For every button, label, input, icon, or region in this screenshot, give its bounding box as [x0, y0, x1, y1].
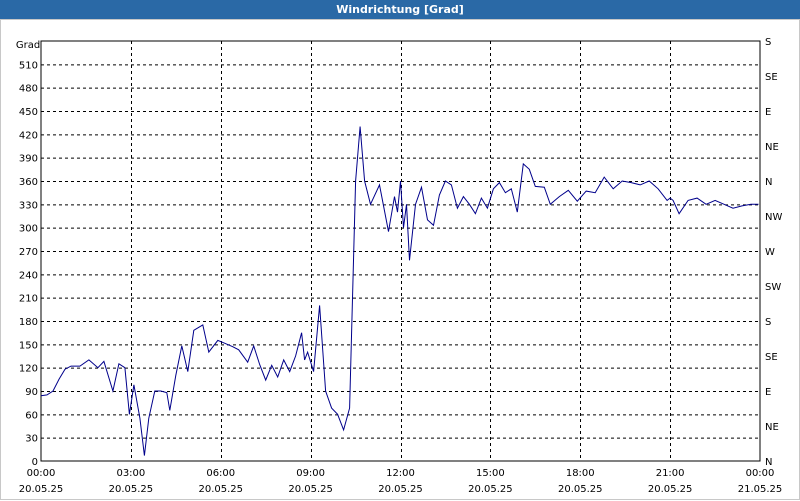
y-tick-label: 420 — [19, 130, 38, 141]
y-tick-label: 270 — [19, 247, 38, 258]
plot-frame — [40, 40, 761, 462]
chart-title-bar: Windrichtung [Grad] — [0, 0, 800, 19]
y-tick-label: 390 — [19, 154, 38, 165]
y-tick-label: 210 — [19, 294, 38, 305]
right-axis-label: W — [765, 247, 775, 258]
right-axis-label: E — [765, 107, 771, 118]
x-tick-time-label: 09:00 — [296, 468, 325, 479]
x-tick-time-label: 00:00 — [27, 468, 56, 479]
x-tick-time-label: 06:00 — [206, 468, 235, 479]
y-tick-label: 330 — [19, 200, 38, 211]
right-axis-label: NE — [765, 422, 779, 433]
y-tick-label: 60 — [25, 410, 38, 421]
right-axis-label: NW — [765, 212, 782, 223]
x-tick-date-label: 20.05.25 — [198, 484, 243, 495]
wind-direction-chart: 0 30 60 90 120 150 180 210 240 270 300 330 360 390 420… — [16, 37, 783, 495]
right-axis-label: NE — [765, 142, 779, 153]
y-tick-label: 150 — [19, 340, 38, 351]
left-axis: 0 30 60 90 120 150 180 210 240 270 300 330 360 390 420… — [19, 60, 38, 468]
x-tick-date-label: 20.05.25 — [378, 484, 423, 495]
y-tick-label: 90 — [25, 387, 38, 398]
right-axis-label: S — [765, 37, 771, 48]
chart-title: Windrichtung [Grad] — [336, 3, 464, 16]
y-tick-label: 300 — [19, 224, 38, 235]
x-tick-date-label: 20.05.25 — [648, 484, 693, 495]
y-tick-label: 480 — [19, 84, 38, 95]
right-axis-label: N — [765, 457, 772, 468]
x-tick-time-label: 00:00 — [746, 468, 775, 479]
y-tick-label: 120 — [19, 364, 38, 375]
right-axis-label: E — [765, 387, 771, 398]
x-tick-date-label: 20.05.25 — [109, 484, 154, 495]
x-tick-time-label: 12:00 — [386, 468, 415, 479]
y-tick-label: 30 — [25, 434, 38, 445]
right-axis-label: SE — [765, 72, 778, 83]
right-axis-label: SW — [765, 282, 781, 293]
y-tick-label: 360 — [19, 177, 38, 188]
right-axis-label: S — [765, 317, 771, 328]
right-axis-label: N — [765, 177, 772, 188]
x-tick-date-label: 20.05.25 — [288, 484, 333, 495]
x-tick-date-label: 20.05.25 — [19, 484, 64, 495]
y-tick-label: 180 — [19, 317, 38, 328]
grid-lines — [41, 41, 760, 461]
x-tick-date-label: 20.05.25 — [468, 484, 513, 495]
y-tick-label: 510 — [19, 60, 38, 71]
right-axis: N NE E SE S SW W NW N NE E SE S — [765, 37, 782, 468]
y-tick-label: 0 — [32, 457, 38, 468]
x-tick-time-label: 03:00 — [116, 468, 145, 479]
y-tick-label: 450 — [19, 107, 38, 118]
series-line-wind-direction — [40, 126, 759, 456]
x-tick-date-label: 20.05.25 — [558, 484, 603, 495]
x-tick-time-label: 15:00 — [476, 468, 505, 479]
x-tick-date-label: 21.05.25 — [738, 484, 783, 495]
y-axis-unit-label: Grad — [16, 40, 40, 51]
x-tick-time-label: 18:00 — [566, 468, 595, 479]
right-axis-label: SE — [765, 352, 778, 363]
x-axis: 00:00 20.05.25 03:00 20.05.25 06:00 20.05.25 0… — [19, 468, 783, 495]
y-tick-label: 240 — [19, 270, 38, 281]
x-tick-time-label: 21:00 — [656, 468, 685, 479]
chart-area: 0 30 60 90 120 150 180 210 240 270 300 330 360 390 420… — [0, 19, 800, 500]
